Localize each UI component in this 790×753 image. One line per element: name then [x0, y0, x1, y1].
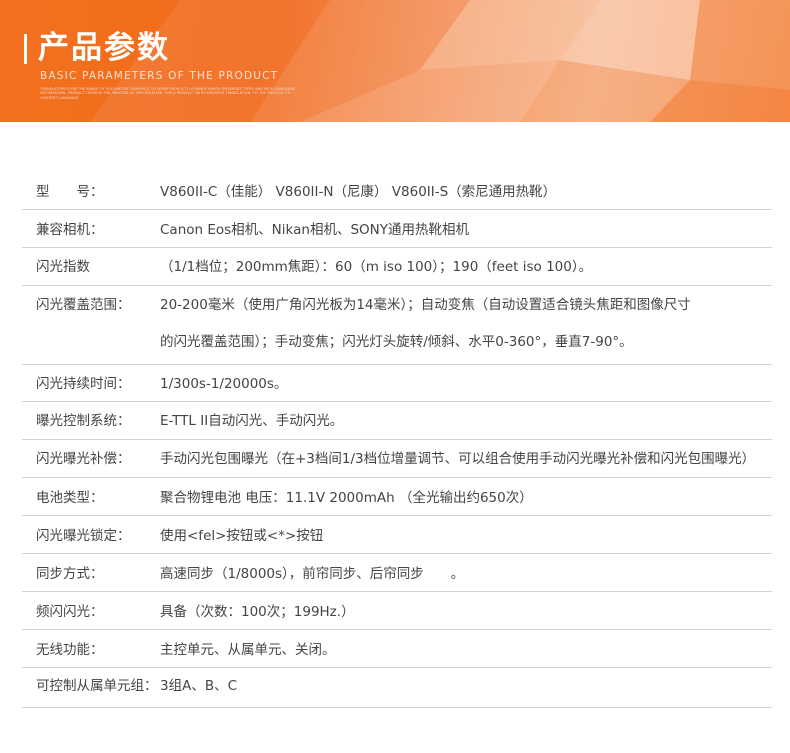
spec-value: 聚合物锂电池 电压：11.1V 2000mAh （全光输出约650次） [160, 490, 533, 506]
spec-row-guide-number: 闪光指数 （1/1档位；200mm焦距）：60（m iso 100）；190（f… [22, 248, 772, 286]
spec-row-compatible-cameras: 兼容相机： Canon Eos相机、Nikan相机、SONY通用热靴相机 [22, 210, 772, 248]
spec-label: 电池类型： [36, 490, 104, 506]
spec-label: 频闪闪光： [36, 604, 104, 620]
spec-label: 闪光持续时间： [36, 376, 131, 392]
spec-value: 使用<fel>按钮或<*>按钮 [160, 528, 324, 544]
spec-value: （1/1档位；200mm焦距）：60（m iso 100）；190（feet i… [160, 259, 593, 275]
spec-row-sync-mode: 同步方式： 高速同步（1/8000s），前帘同步、后帘同步 。 [22, 554, 772, 592]
spec-value: V860II-C（佳能） V860II-N（尼康） V860II-S（索尼通用热… [160, 184, 557, 200]
spec-label: 闪光指数 [36, 259, 90, 275]
spec-value: 主控单元、从属单元、关闭。 [160, 642, 336, 658]
header-banner: 产品参数 BASIC PARAMETERS OF THE PRODUCT TRA… [0, 0, 790, 122]
spec-label: 曝光控制系统： [36, 413, 131, 429]
spec-label: 可控制从属单元组： [36, 678, 158, 694]
spec-value: Canon Eos相机、Nikan相机、SONY通用热靴相机 [160, 222, 469, 238]
spec-row-fe-lock: 闪光曝光锁定： 使用<fel>按钮或<*>按钮 [22, 516, 772, 554]
spec-row-exposure-control: 曝光控制系统： E-TTL II自动闪光、手动闪光。 [22, 402, 772, 440]
spec-label: 同步方式： [36, 566, 104, 582]
spec-value: 20-200毫米（使用广角闪光板为14毫米）；自动变焦（自动设置适合镜头焦距和图… [160, 297, 691, 313]
spec-label: 闪光曝光补偿： [36, 451, 131, 467]
spec-label: 无线功能： [36, 642, 104, 658]
spec-row-model: 型 号： V860II-C（佳能） V860II-N（尼康） V860II-S（… [22, 170, 772, 210]
spec-row-flash-coverage: 闪光覆盖范围： 20-200毫米（使用广角闪光板为14毫米）；自动变焦（自动设置… [22, 286, 772, 365]
spec-row-stroboscopic: 频闪闪光： 具备（次数：100次；199Hz.） [22, 592, 772, 630]
page-title: 产品参数 [38, 30, 170, 66]
title-accent-bar [24, 34, 27, 64]
spec-value: 1/300s-1/20000s。 [160, 376, 288, 392]
spec-row-slave-groups: 可控制从属单元组： 3组A、B、C [22, 668, 772, 708]
spec-value: 3组A、B、C [160, 678, 238, 694]
banner-fine-print: TRANSLATION FROM THE RANGE OF VOLUMETRIC… [40, 87, 295, 100]
spec-row-battery: 电池类型： 聚合物锂电池 电压：11.1V 2000mAh （全光输出约650次… [22, 478, 772, 516]
spec-table: 型 号： V860II-C（佳能） V860II-N（尼康） V860II-S（… [22, 170, 772, 708]
spec-value: E-TTL II自动闪光、手动闪光。 [160, 413, 344, 429]
spec-value: 手动闪光包围曝光（在+3档间1/3档位增量调节、可以组合使用手动闪光曝光补偿和闪… [160, 451, 756, 467]
spec-row-wireless: 无线功能： 主控单元、从属单元、关闭。 [22, 630, 772, 668]
spec-value: 具备（次数：100次；199Hz.） [160, 604, 355, 620]
spec-row-flash-duration: 闪光持续时间： 1/300s-1/20000s。 [22, 365, 772, 402]
spec-label: 兼容相机： [36, 222, 104, 238]
page-subtitle: BASIC PARAMETERS OF THE PRODUCT [40, 70, 279, 82]
spec-label: 闪光覆盖范围： [36, 297, 131, 313]
spec-value: 高速同步（1/8000s），前帘同步、后帘同步 。 [160, 566, 465, 582]
spec-row-flash-compensation: 闪光曝光补偿： 手动闪光包围曝光（在+3档间1/3档位增量调节、可以组合使用手动… [22, 440, 772, 478]
spec-label: 型 号： [36, 184, 104, 200]
spec-label: 闪光曝光锁定： [36, 528, 131, 544]
spec-value-continued: 的闪光覆盖范围）；手动变焦；闪光灯头旋转/倾斜、水平0-360°，垂直7-90°… [160, 334, 633, 350]
